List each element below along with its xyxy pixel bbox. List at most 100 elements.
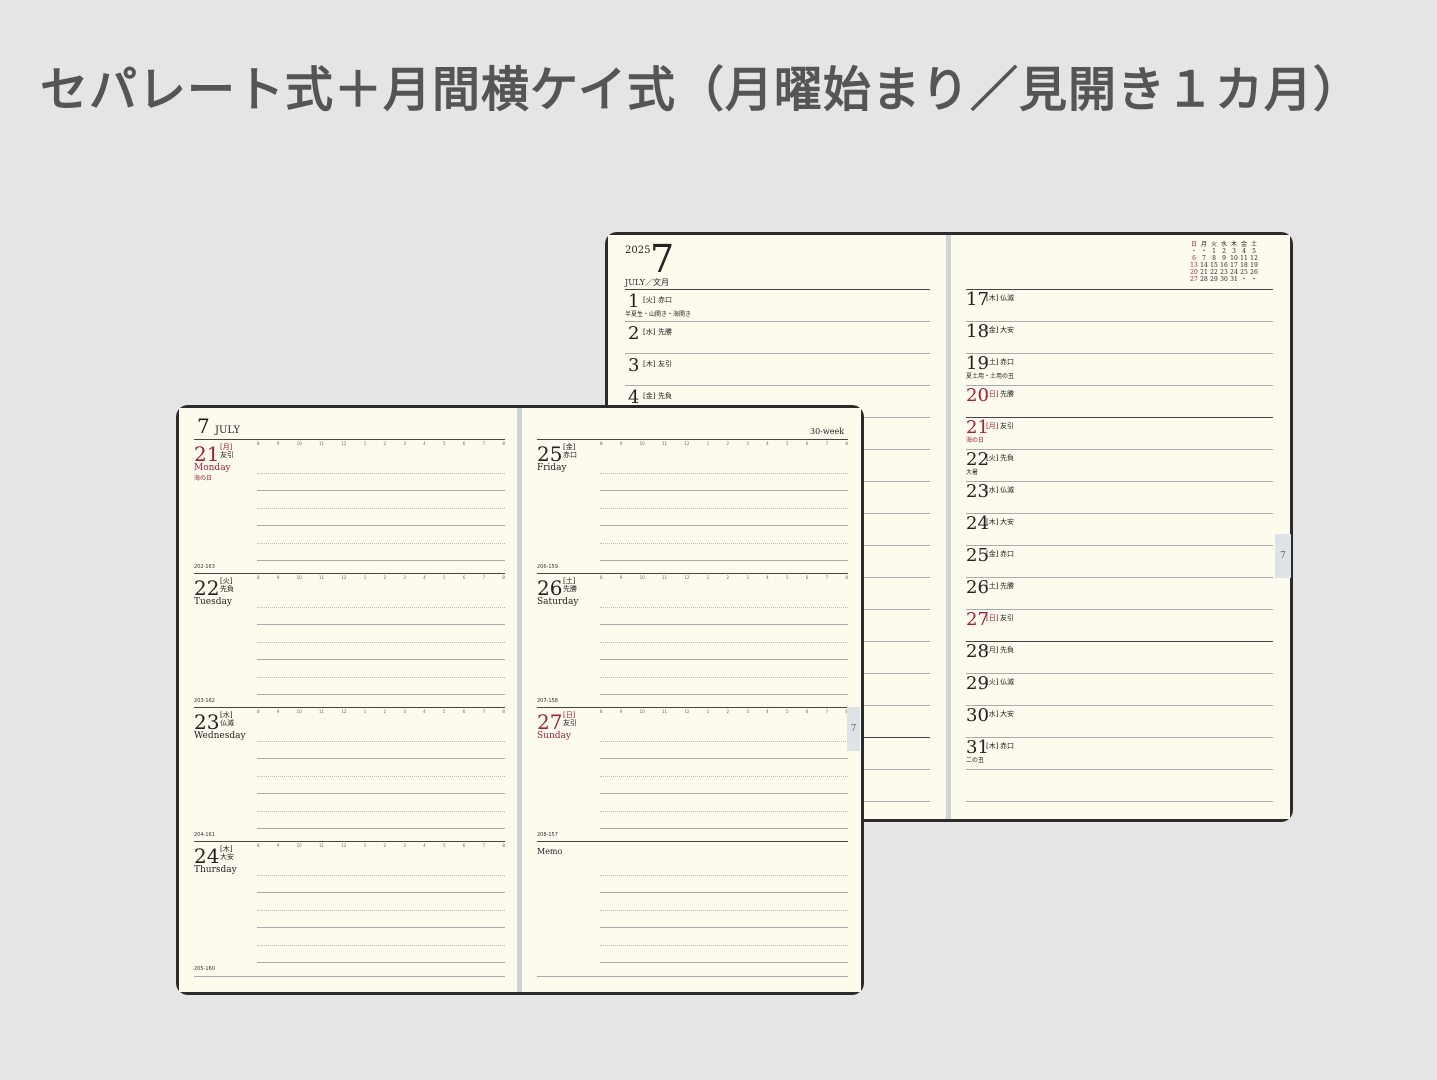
writing-line [600,927,848,928]
writing-line [257,810,505,812]
writing-line [600,560,848,561]
writing-line [257,927,505,928]
weekday-mark: [木] [986,294,999,302]
mini-calendar-day: 25 [1240,269,1248,276]
mini-calendar-header: 日月火水木金土 [1189,241,1259,248]
hour-tick: 1 [363,575,367,580]
hour-tick: 6 [805,441,809,446]
writing-line [257,659,505,660]
mini-calendar-day: 28 [1200,276,1208,283]
rokuyo-label: 仏滅 [220,719,234,727]
writing-line [600,740,848,742]
writing-line [257,490,505,491]
hour-tick: 4 [423,709,426,714]
writing-line [257,775,505,777]
writing-line [257,525,505,526]
hour-tick: 6 [462,441,466,446]
hour-scale: 8910111212345678 [600,709,848,714]
hour-tick: 6 [462,575,466,580]
hour-tick: 5 [785,441,789,446]
weekly-side-tab[interactable]: 7 [847,707,860,751]
hour-tick: 6 [805,575,809,580]
hour-tick: 5 [442,709,446,714]
writing-line [257,606,505,608]
weekday-name: Saturday [537,597,579,607]
rokuyo-label: 先勝 [563,585,577,593]
mini-calendar-week: ・・ 1 2 3 4 5 [1189,248,1259,255]
hour-tick: 7 [825,441,829,446]
day-row-rule [966,417,1273,418]
mini-calendar-weekday: 火 [1210,241,1217,248]
hour-scale: 8910111212345678 [257,575,505,580]
writing-line [257,542,505,544]
hour-tick: 11 [318,441,325,446]
day-row-rule [966,321,1273,322]
weekday-name: Monday [194,463,231,473]
weekday-mark: [水] [986,710,999,718]
day-block-rule [537,573,848,574]
day-block-rule [194,707,505,708]
weekday-mark: [日] [986,390,999,398]
mini-calendar-day: 2 [1222,248,1226,255]
mini-calendar-weekday: 水 [1220,241,1227,248]
rokuyo-label: 先負 [1000,646,1014,654]
day-number: 26 [537,576,563,600]
mini-calendar-day: 1 [1212,248,1216,255]
hour-tick: 8 [257,575,260,580]
weekday-mark: [木] [220,845,233,853]
day-number: 21 [194,442,220,466]
rokuyo-label: 赤口 [563,451,577,459]
day-row-rule [625,385,930,386]
mini-calendar-day: 16 [1220,262,1228,269]
hour-tick: 8 [502,709,505,714]
weekday-mark: [月] [986,422,999,430]
day-block-rule [537,707,848,708]
weekday-mark: [土] [986,358,999,366]
weekday-mark: [木] [643,360,656,368]
writing-line [600,892,848,893]
weekly-left-page: 7 JULY 8 9 10 11 12 1 2 3 4 5 6 7 8 21 [月] 友引 Monday 海の日 2… [179,408,517,992]
mini-calendar-day: 12 [1250,255,1258,262]
day-number: 22 [194,576,220,600]
mini-calendar: 日月火水木金土・・ 1 2 3 4 5 6 7 8 9 10 11 12 13 14 15 16 17 18 19 20… [1189,241,1259,283]
hour-tick: 7 [825,709,829,714]
writing-line [257,507,505,509]
mini-calendar-day: 14 [1200,262,1208,269]
writing-line [257,962,505,963]
mini-calendar-weekday: 土 [1250,241,1257,248]
day-count-code: 207-158 [537,698,558,704]
writing-line [600,962,848,963]
mini-calendar-day: 21 [1200,269,1208,276]
hour-tick: 1 [363,709,367,714]
hour-tick: 11 [661,575,668,580]
hour-tick: 6 [462,843,466,848]
mini-calendar-day: 3 [1232,248,1236,255]
monthly-right-page: 日月火水木金土・・ 1 2 3 4 5 6 7 8 9 10 11 12 13 14 15 16 17 18 19 20… [951,235,1290,819]
rokuyo-label: 赤口 [1000,550,1014,558]
rokuyo-label: 友引 [658,360,672,368]
mini-calendar-day: ・ [1200,248,1207,255]
mini-calendar-day: 30 [1220,276,1228,283]
day-block-rule [194,439,505,440]
hour-tick: 9 [619,575,623,580]
hour-tick: 7 [825,575,829,580]
writing-line [600,828,848,829]
day-count-code: 203-162 [194,698,215,704]
writing-line [600,507,848,509]
day-row-rule [966,353,1273,354]
monthly-side-tab[interactable]: 7 [1275,534,1291,578]
weekday-mark: [火] [986,678,999,686]
hour-tick: 8 [502,575,505,580]
weekly-planner-spread: 7 JULY 8 9 10 11 12 1 2 3 4 5 6 7 8 21 [月] 友引 Monday 海の日 2… [176,405,864,995]
rokuyo-label: 友引 [1000,614,1014,622]
writing-line [257,874,505,876]
rokuyo-label: 赤口 [658,296,672,304]
writing-line [257,793,505,794]
hour-tick: 9 [276,709,280,714]
weekday-mark: [月] [986,646,999,654]
event-note: 大暑 [966,469,979,476]
hour-tick: 1 [706,709,710,714]
day-count-code: 202-163 [194,564,215,570]
hour-tick: 9 [619,441,623,446]
day-number: 25 [537,442,563,466]
